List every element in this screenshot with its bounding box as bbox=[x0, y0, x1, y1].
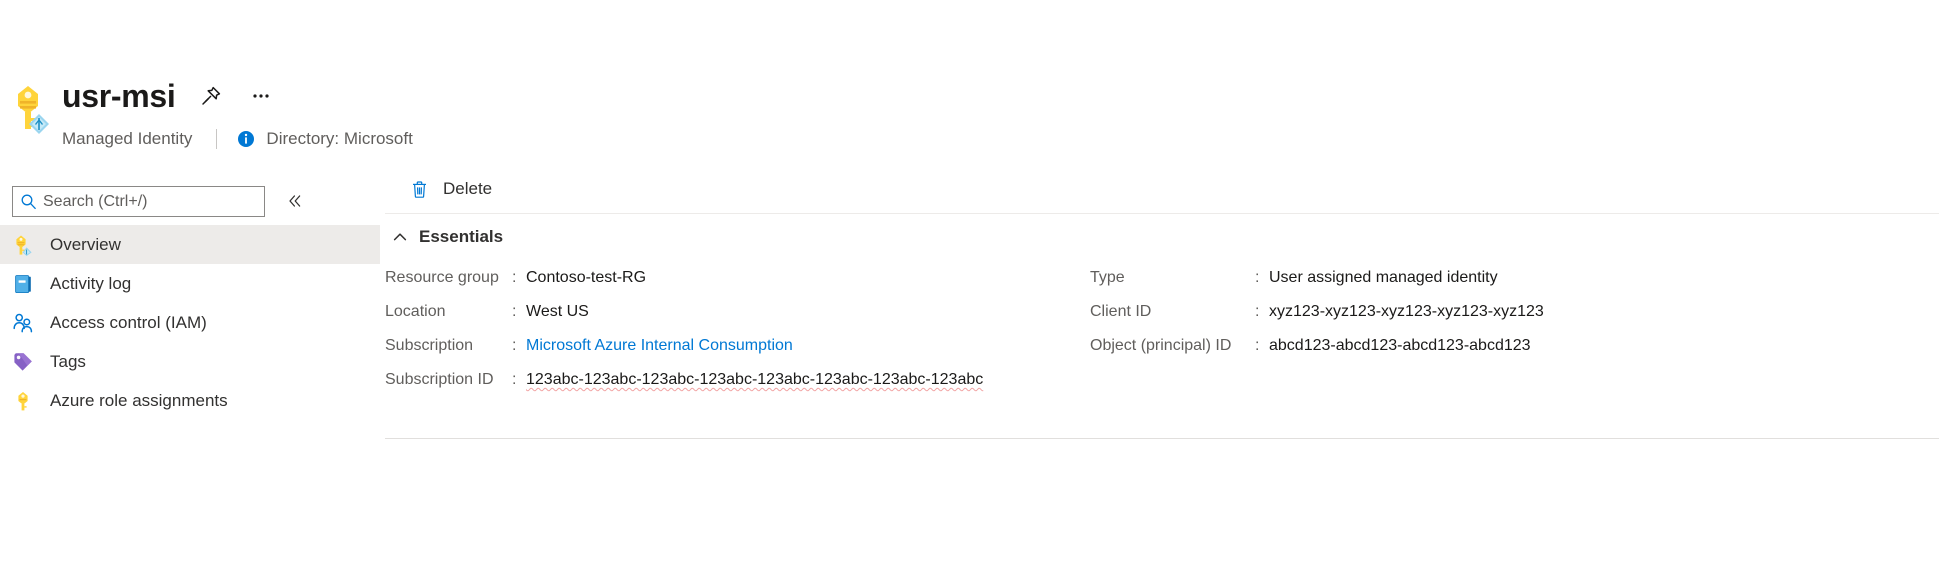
property-value-client-id: xyz123-xyz123-xyz123-xyz123-xyz123 bbox=[1269, 303, 1544, 320]
essentials-toggle[interactable]: Essentials bbox=[385, 223, 509, 251]
access-control-people-icon bbox=[12, 312, 34, 334]
property-value-type: User assigned managed identity bbox=[1269, 269, 1498, 286]
search-input[interactable] bbox=[43, 187, 248, 215]
key-icon bbox=[12, 390, 34, 412]
property-colon: : bbox=[512, 269, 517, 286]
essentials-bottom-divider bbox=[385, 438, 1939, 439]
property-row-location: Location : West US bbox=[385, 295, 1145, 329]
directory-label: Directory: Microsoft bbox=[266, 129, 413, 148]
content-pane: Delete Essentials Resource group : Conto… bbox=[385, 165, 1939, 576]
property-label: Client ID bbox=[1090, 303, 1152, 320]
essentials-title: Essentials bbox=[419, 227, 504, 246]
sidebar-item-azure-role-assignments[interactable]: Azure role assignments bbox=[0, 381, 380, 420]
property-label: Subscription ID bbox=[385, 371, 494, 388]
sidebar-item-label: Activity log bbox=[50, 273, 132, 293]
page-header: usr-msi Managed Identity Directory: Micr… bbox=[0, 0, 1939, 165]
activity-log-book-icon bbox=[12, 273, 34, 295]
sidebar-nav-list: Overview Activity log Access control (IA… bbox=[0, 225, 385, 420]
resource-type-label: Managed Identity bbox=[62, 129, 193, 148]
sidebar-search-row bbox=[0, 179, 385, 223]
property-label: Object (principal) ID bbox=[1090, 337, 1232, 354]
property-colon: : bbox=[512, 337, 517, 354]
essentials-right-column: Type : User assigned managed identity Cl… bbox=[1090, 261, 1939, 363]
property-colon: : bbox=[512, 371, 517, 388]
sidebar-item-label: Azure role assignments bbox=[50, 390, 228, 410]
property-value-location: West US bbox=[526, 303, 589, 320]
property-row-resource-group: Resource group : Contoso-test-RG bbox=[385, 261, 1145, 295]
property-colon: : bbox=[1255, 337, 1260, 354]
sidebar-item-label: Access control (IAM) bbox=[50, 312, 207, 332]
property-colon: : bbox=[1255, 269, 1260, 286]
subtitle-row: Managed Identity Directory: Microsoft bbox=[62, 128, 413, 150]
property-row-subscription-id: Subscription ID : 123abc-123abc-123abc-1… bbox=[385, 363, 1145, 397]
property-label: Location bbox=[385, 303, 446, 320]
property-label: Subscription bbox=[385, 337, 474, 354]
managed-identity-key-icon bbox=[8, 82, 52, 134]
title-row: usr-msi bbox=[62, 78, 276, 114]
delete-button-label: Delete bbox=[443, 179, 493, 198]
property-value-object-id: abcd123-abcd123-abcd123-abcd123 bbox=[1269, 337, 1531, 354]
property-row-type: Type : User assigned managed identity bbox=[1090, 261, 1939, 295]
sidebar-item-tags[interactable]: Tags bbox=[0, 342, 380, 381]
property-colon: : bbox=[1255, 303, 1260, 320]
search-box[interactable] bbox=[12, 185, 265, 217]
managed-identity-key-icon bbox=[12, 234, 34, 256]
delete-button[interactable]: Delete bbox=[399, 171, 502, 207]
search-icon bbox=[13, 187, 43, 216]
sidebar-item-activity-log[interactable]: Activity log bbox=[0, 264, 380, 303]
essentials-left-column: Resource group : Contoso-test-RG Locatio… bbox=[385, 261, 1145, 397]
sidebar-item-access-control[interactable]: Access control (IAM) bbox=[0, 303, 380, 342]
property-value-subscription-link[interactable]: Microsoft Azure Internal Consumption bbox=[526, 329, 793, 363]
ellipsis-icon[interactable] bbox=[246, 81, 276, 111]
command-bar-divider bbox=[385, 213, 1939, 214]
property-label: Resource group bbox=[385, 269, 499, 286]
double-chevron-left-icon[interactable] bbox=[279, 185, 311, 217]
property-colon: : bbox=[512, 303, 517, 320]
info-icon bbox=[236, 129, 256, 149]
chevron-up-icon bbox=[389, 226, 411, 248]
property-row-client-id: Client ID : xyz123-xyz123-xyz123-xyz123-… bbox=[1090, 295, 1939, 329]
sidebar-item-label: Tags bbox=[50, 351, 86, 371]
command-bar: Delete bbox=[385, 165, 502, 213]
subtitle-divider bbox=[216, 129, 218, 149]
page-title: usr-msi bbox=[62, 78, 176, 114]
sidebar: Overview Activity log bbox=[0, 165, 385, 576]
property-row-object-id: Object (principal) ID : abcd123-abcd123-… bbox=[1090, 329, 1939, 363]
sidebar-item-label: Overview bbox=[50, 234, 121, 254]
property-value-resource-group: Contoso-test-RG bbox=[526, 269, 647, 286]
tag-icon bbox=[12, 351, 34, 373]
property-row-subscription: Subscription : Microsoft Azure Internal … bbox=[385, 329, 1145, 363]
trash-icon bbox=[409, 179, 429, 199]
property-value-subscription-id: 123abc-123abc-123abc-123abc-123abc-123ab… bbox=[526, 371, 984, 388]
sidebar-item-overview[interactable]: Overview bbox=[0, 225, 380, 264]
pin-icon[interactable] bbox=[196, 81, 226, 111]
property-label: Type bbox=[1090, 269, 1125, 286]
